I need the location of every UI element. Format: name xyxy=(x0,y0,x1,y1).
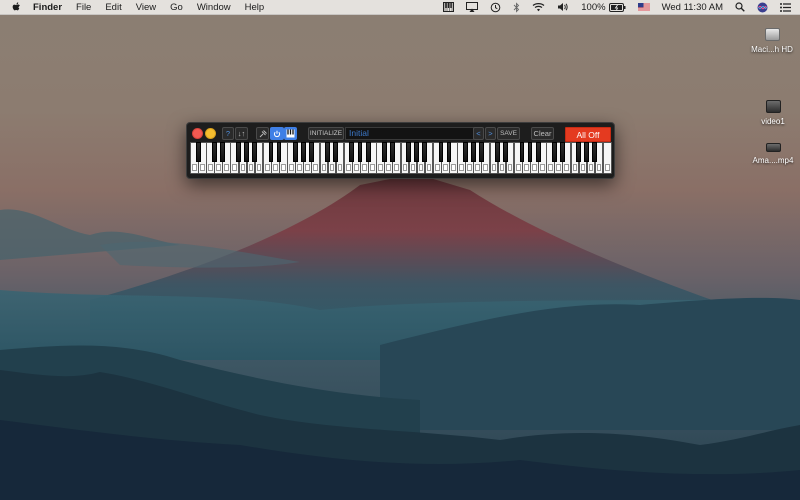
piano-black-key[interactable] xyxy=(389,142,395,162)
piano-white-key[interactable] xyxy=(602,142,612,174)
help-button[interactable]: ? xyxy=(222,127,234,140)
pin-icon[interactable] xyxy=(256,127,269,140)
menu-go[interactable]: Go xyxy=(170,2,183,13)
menu-edit[interactable]: Edit xyxy=(105,2,121,13)
piano-black-key[interactable] xyxy=(357,142,363,162)
desktop-wallpaper xyxy=(0,0,800,500)
piano-black-key[interactable] xyxy=(252,142,258,162)
octave-shift-button[interactable]: ↓↑ xyxy=(235,127,248,140)
initialize-button[interactable]: INITIALIZE xyxy=(308,127,344,140)
menu-window[interactable]: Window xyxy=(197,2,231,13)
menu-clock[interactable]: Wed 11:30 AM xyxy=(662,2,723,13)
spotlight-search-icon[interactable] xyxy=(735,2,745,12)
battery-icon[interactable] xyxy=(608,2,626,12)
piano-black-key[interactable] xyxy=(551,142,557,162)
clear-button[interactable]: Clear xyxy=(531,127,554,140)
power-icon[interactable] xyxy=(270,127,284,140)
video-file-icon xyxy=(765,143,781,152)
piano-keyboard[interactable] xyxy=(190,142,612,174)
piano-black-key[interactable] xyxy=(438,142,444,162)
desktop-icon-video1[interactable]: video1 xyxy=(743,100,800,126)
piano-black-key[interactable] xyxy=(236,142,241,162)
apple-menu-icon[interactable] xyxy=(12,2,26,12)
video-file-icon xyxy=(765,100,781,113)
desktop-icon-label: Ama....mp4 xyxy=(752,156,794,165)
all-notes-off-button[interactable]: All Off xyxy=(565,127,611,142)
piano-black-key[interactable] xyxy=(446,142,452,162)
close-window-button[interactable] xyxy=(192,128,203,139)
menu-view[interactable]: View xyxy=(136,2,156,13)
volume-icon[interactable] xyxy=(557,2,569,12)
notification-center-icon[interactable] xyxy=(780,2,791,12)
desktop-icon-mp4[interactable]: Ama....mp4 xyxy=(743,143,800,165)
piano-toolbar: ? ↓↑ INITIALIZE Initial < > SAVE Clear A… xyxy=(187,125,614,142)
time-machine-icon[interactable] xyxy=(490,2,501,13)
piano-black-key[interactable] xyxy=(333,142,339,162)
siri-icon[interactable] xyxy=(757,2,768,13)
piano-black-key[interactable] xyxy=(592,142,598,162)
piano-black-key[interactable] xyxy=(406,142,411,162)
wifi-icon[interactable] xyxy=(532,2,545,12)
previous-preset-button[interactable]: < xyxy=(473,127,484,140)
battery-percent[interactable]: 100% xyxy=(581,2,605,13)
piano-black-key[interactable] xyxy=(268,142,274,162)
menu-file[interactable]: File xyxy=(76,2,91,13)
piano-black-key[interactable] xyxy=(211,142,217,162)
piano-black-key[interactable] xyxy=(470,142,476,162)
piano-keys-status-icon[interactable] xyxy=(443,2,455,12)
input-source-flag-icon[interactable] xyxy=(637,3,650,11)
airplay-icon[interactable] xyxy=(466,2,479,12)
piano-black-key[interactable] xyxy=(479,142,484,162)
minimize-window-button[interactable] xyxy=(205,128,216,139)
desktop-icon-label: Maci...h HD xyxy=(751,45,793,54)
piano-black-key[interactable] xyxy=(381,142,387,162)
piano-window: ? ↓↑ INITIALIZE Initial < > SAVE Clear A… xyxy=(186,122,615,179)
piano-black-key[interactable] xyxy=(244,142,250,162)
piano-black-key[interactable] xyxy=(422,142,428,162)
piano-black-key[interactable] xyxy=(292,142,298,162)
piano-black-key[interactable] xyxy=(414,142,420,162)
keyboard-toggle-icon[interactable] xyxy=(284,127,297,140)
piano-black-key[interactable] xyxy=(503,142,509,162)
desktop-icon-label: video1 xyxy=(761,117,785,126)
piano-black-key[interactable] xyxy=(462,142,468,162)
save-preset-button[interactable]: SAVE xyxy=(497,127,520,140)
piano-black-key[interactable] xyxy=(584,142,590,162)
piano-black-key[interactable] xyxy=(559,142,565,162)
menu-help[interactable]: Help xyxy=(245,2,265,13)
piano-black-key[interactable] xyxy=(495,142,501,162)
bluetooth-icon[interactable] xyxy=(513,1,520,13)
piano-black-key[interactable] xyxy=(325,142,331,162)
desktop-icon-hard-drive[interactable]: Maci...h HD xyxy=(742,28,800,54)
preset-name-field[interactable]: Initial xyxy=(345,127,475,140)
menu-bar: Finder File Edit View Go Window Help 100… xyxy=(0,0,800,15)
piano-black-key[interactable] xyxy=(219,142,225,162)
piano-black-key[interactable] xyxy=(195,142,201,162)
menu-app-name[interactable]: Finder xyxy=(33,2,62,13)
piano-black-key[interactable] xyxy=(519,142,525,162)
next-preset-button[interactable]: > xyxy=(485,127,496,140)
piano-black-key[interactable] xyxy=(535,142,541,162)
piano-black-key[interactable] xyxy=(276,142,282,162)
piano-black-key[interactable] xyxy=(300,142,306,162)
piano-black-key[interactable] xyxy=(309,142,314,162)
hard-drive-icon xyxy=(764,28,780,41)
piano-black-key[interactable] xyxy=(349,142,355,162)
piano-black-key[interactable] xyxy=(527,142,533,162)
piano-black-key[interactable] xyxy=(365,142,371,162)
piano-black-key[interactable] xyxy=(576,142,582,162)
